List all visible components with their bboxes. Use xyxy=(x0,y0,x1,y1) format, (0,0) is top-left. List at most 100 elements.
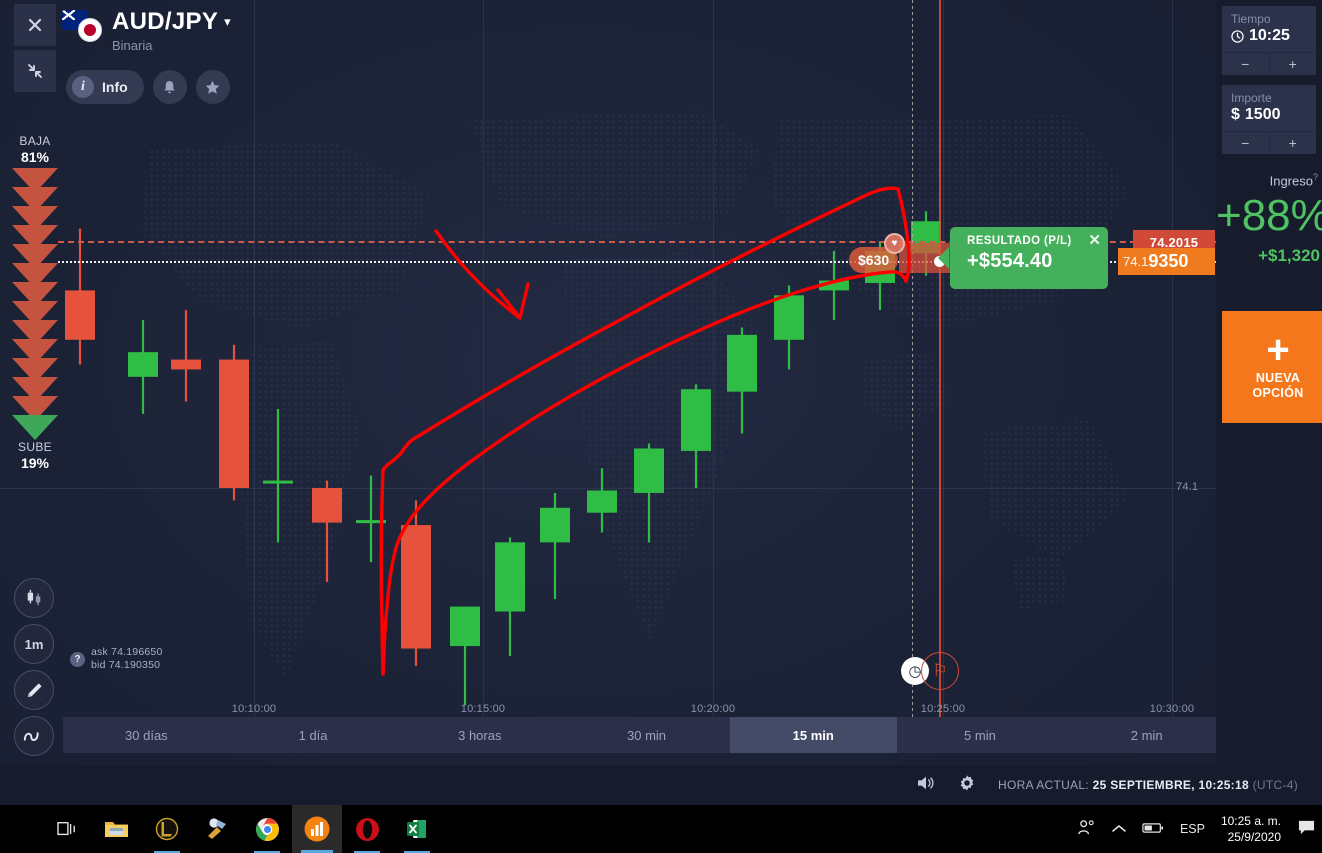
time-field-value: 10:25 xyxy=(1222,26,1316,52)
league-of-legends-icon[interactable] xyxy=(142,805,192,853)
people-icon[interactable] xyxy=(1077,819,1096,839)
amount-stepper: − + xyxy=(1222,131,1316,154)
language-indicator[interactable]: ESP xyxy=(1180,822,1205,836)
excel-glyph xyxy=(407,820,426,838)
result-value: +$554.40 xyxy=(967,250,1053,272)
status-bar: HORA ACTUAL: 25 SEPTIEMBRE, 10:25:18 (UT… xyxy=(0,765,1322,805)
notification-icon[interactable] xyxy=(1297,819,1316,839)
speaker-glyph xyxy=(918,776,934,789)
trade-panel: Tiempo 10:25 − + Importe $ 1500 − + Ingr… xyxy=(1216,0,1322,805)
expiry-time-line xyxy=(939,0,941,735)
star-icon[interactable] xyxy=(195,70,230,104)
wave-glyph xyxy=(23,732,39,741)
close-icon[interactable]: ✕ xyxy=(1088,231,1101,249)
japan-flag-icon xyxy=(78,18,102,42)
chart-type-button[interactable] xyxy=(14,578,54,618)
checkered-flag-icon[interactable]: ⚐ xyxy=(921,652,959,690)
platform-window: 74.1 $630 ♥ RESULTADO (P/L) +$554.40 ✕ 7… xyxy=(0,0,1322,805)
amount-value-text: 1500 xyxy=(1244,106,1281,123)
quote-box: ? ask 74.196650 bid 74.190350 xyxy=(70,646,163,672)
sentiment-chevron-stack xyxy=(12,168,58,440)
collapse-icon[interactable] xyxy=(14,50,56,92)
opera-browser-icon[interactable] xyxy=(342,805,392,853)
time-axis-tick: 10:15:00 xyxy=(460,703,506,715)
sentiment-up-label: SUBE xyxy=(18,440,52,454)
close-icon[interactable] xyxy=(14,4,56,46)
help-icon[interactable]: ? xyxy=(70,651,85,667)
timeframe-option[interactable]: 3 horas xyxy=(396,717,563,753)
timeframe-option[interactable]: 15 min xyxy=(729,717,897,753)
instrument-actions: i Info xyxy=(66,70,230,104)
result-callout[interactable]: RESULTADO (P/L) +$554.40 ✕ xyxy=(938,227,1108,289)
close-glyph xyxy=(28,18,42,32)
timeframe-option[interactable]: 5 min xyxy=(897,717,1064,753)
chevron-up-icon[interactable] xyxy=(1112,821,1126,837)
new-option-label: NUEVA OPCIÓN xyxy=(1252,371,1304,400)
sentiment-down-pct: 81% xyxy=(20,149,50,165)
amount-increment-button[interactable]: + xyxy=(1270,132,1317,154)
new-option-button[interactable]: + NUEVA OPCIÓN xyxy=(1222,311,1322,423)
time-field[interactable]: Tiempo 10:25 − + xyxy=(1222,6,1316,75)
start-button[interactable] xyxy=(0,805,42,853)
income-amount: +$1,320 xyxy=(1258,246,1320,266)
battery-icon[interactable] xyxy=(1142,821,1164,837)
info-icon: i xyxy=(72,76,94,98)
paint-app-icon[interactable] xyxy=(192,805,242,853)
indicators-icon[interactable] xyxy=(14,716,54,756)
timeframe-option[interactable]: 2 min xyxy=(1063,717,1216,753)
file-explorer-icon[interactable] xyxy=(92,805,142,853)
income-label-text: Ingreso xyxy=(1269,173,1313,189)
chrome-glyph xyxy=(255,817,279,841)
sentiment-down-label: BAJA xyxy=(19,134,51,148)
star-glyph xyxy=(205,80,220,94)
timeframe-option[interactable]: 30 min xyxy=(563,717,730,753)
league-glyph xyxy=(155,817,179,841)
timeframe-button[interactable]: 1m xyxy=(14,624,54,664)
collapse-glyph xyxy=(28,64,42,78)
bell-icon[interactable] xyxy=(152,70,187,104)
chevron-down-icon[interactable]: ▾ xyxy=(224,14,231,30)
tray-date: 25/9/2020 xyxy=(1227,830,1281,844)
time-increment-button[interactable]: + xyxy=(1270,53,1317,75)
current-time-status: HORA ACTUAL: 25 SEPTIEMBRE, 10:25:18 (UT… xyxy=(998,778,1298,792)
task-view-icon[interactable] xyxy=(42,805,92,853)
gear-icon[interactable] xyxy=(958,774,976,797)
file-explorer-glyph xyxy=(105,822,128,837)
time-decrement-button[interactable]: − xyxy=(1222,53,1270,75)
clock-icon xyxy=(1231,29,1244,43)
heart-icon: ♥ xyxy=(884,233,905,254)
flag-pair xyxy=(62,10,106,44)
bid-price-digits: 9350 xyxy=(1148,251,1189,271)
candlestick-series xyxy=(65,211,941,706)
speaker-icon[interactable] xyxy=(916,775,936,796)
google-chrome-icon[interactable] xyxy=(242,805,292,853)
chart-surface[interactable]: 74.1 $630 ♥ RESULTADO (P/L) +$554.40 ✕ 7… xyxy=(0,0,1216,805)
chevron-down-icon xyxy=(12,415,58,440)
instrument-header[interactable]: AUD/JPY ▾ Binaria xyxy=(62,8,231,53)
timeframe-bar: 30 días 1 día 3 horas 30 min 15 min 5 min 2 mi… xyxy=(63,717,1216,753)
system-tray: ESP 10:25 a. m. 25/9/2020 xyxy=(1077,813,1322,845)
result-title: RESULTADO (P/L) xyxy=(967,235,1072,247)
status-timezone: (UTC-4) xyxy=(1252,778,1298,792)
ask-quote: ask 74.196650 xyxy=(91,646,163,658)
clock-tray[interactable]: 10:25 a. m. 25/9/2020 xyxy=(1221,813,1281,845)
timeframe-option[interactable]: 1 día xyxy=(230,717,397,753)
paint-glyph xyxy=(208,818,226,839)
amount-decrement-button[interactable]: − xyxy=(1222,132,1270,154)
microsoft-excel-icon[interactable] xyxy=(392,805,442,853)
time-axis-tick: 10:20:00 xyxy=(690,703,736,715)
bell-glyph xyxy=(164,80,175,93)
time-value-text: 10:25 xyxy=(1249,27,1290,44)
time-axis-tick: 10:25:00 xyxy=(920,703,966,715)
trading-app-icon[interactable] xyxy=(292,805,342,853)
windows-taskbar: ESP 10:25 a. m. 25/9/2020 xyxy=(0,805,1322,853)
timeframe-option[interactable]: 30 días xyxy=(63,717,230,753)
pencil-icon[interactable] xyxy=(14,670,54,710)
time-axis-tick: 10:30:00 xyxy=(1149,703,1195,715)
time-stepper: − + xyxy=(1222,52,1316,75)
amount-currency: $ xyxy=(1231,106,1240,123)
info-button[interactable]: i Info xyxy=(66,70,144,104)
amount-field-label: Importe xyxy=(1231,91,1272,105)
income-help-icon[interactable]: ? xyxy=(1313,172,1318,182)
amount-field[interactable]: Importe $ 1500 − + xyxy=(1222,85,1316,154)
